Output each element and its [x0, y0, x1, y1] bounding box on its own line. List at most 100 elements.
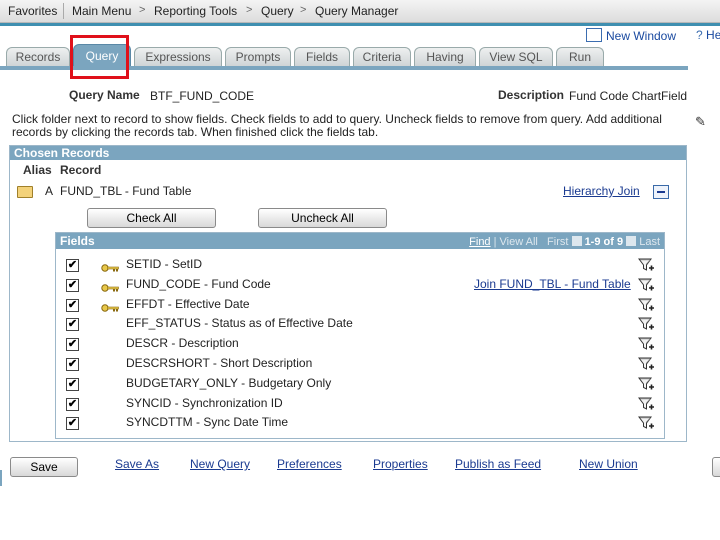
key-icon	[101, 301, 119, 312]
field-checkbox[interactable]: ✔	[66, 259, 79, 272]
remove-record-icon[interactable]	[653, 185, 669, 199]
tab-having[interactable]: Having	[414, 47, 476, 66]
record-name: FUND_TBL - Fund Table	[60, 184, 192, 198]
top-navigation-bar: Favorites Main Menu > Reporting Tools > …	[0, 0, 720, 23]
field-checkbox[interactable]: ✔	[66, 298, 79, 312]
description-label: Description	[498, 88, 565, 102]
field-checkbox[interactable]: ✔	[66, 377, 79, 391]
add-criteria-icon[interactable]	[638, 297, 654, 313]
add-criteria-icon[interactable]	[638, 376, 654, 392]
help-link[interactable]: ? He	[696, 28, 720, 42]
field-name: SYNCID - Synchronization ID	[126, 395, 283, 410]
new-query-link[interactable]: New Query	[190, 457, 250, 471]
grid-navigation: Find | View All First 1-9 of 9 Last	[469, 236, 660, 248]
field-checkbox[interactable]: ✔	[66, 338, 79, 352]
nav-divider	[63, 3, 64, 19]
next-arrow-icon[interactable]	[626, 236, 637, 246]
tab-expressions[interactable]: Expressions	[134, 47, 222, 66]
key-icon	[101, 261, 119, 272]
field-name: SYNCDTTM - Sync Date Time	[126, 415, 289, 430]
prev-arrow-icon[interactable]	[571, 236, 582, 246]
field-checkbox[interactable]: ✔	[66, 397, 79, 411]
add-criteria-icon[interactable]	[638, 356, 654, 372]
field-name: EFFDT - Effective Date	[126, 296, 250, 311]
properties-link[interactable]: Properties	[373, 457, 428, 471]
instructions-text: Click folder next to record to show fiel…	[12, 112, 662, 139]
fields-title: Fields	[60, 234, 95, 248]
header-accent-line	[0, 23, 720, 26]
nav-favorites[interactable]: Favorites	[8, 4, 57, 18]
new-window-label: New Window	[606, 29, 677, 43]
last-label[interactable]: Last	[639, 236, 660, 248]
help-label: He	[706, 28, 720, 42]
folder-open-icon[interactable]	[17, 186, 33, 198]
query-name-value: BTF_FUND_CODE	[150, 89, 255, 103]
tab-view-sql[interactable]: View SQL	[479, 47, 553, 66]
table-row: ✔ EFF_STATUS - Status as of Effective Dat…	[56, 314, 664, 334]
row-range: 1-9 of 9	[584, 236, 624, 248]
field-checkbox[interactable]: ✔	[66, 318, 79, 332]
field-checkbox[interactable]: ✔	[66, 358, 79, 371]
chevron-right-icon: >	[300, 4, 307, 16]
hierarchy-join-link[interactable]: Hierarchy Join	[563, 184, 640, 198]
first-label[interactable]: First	[547, 236, 568, 248]
toolbar-edge-button[interactable]	[712, 457, 720, 477]
tab-fields[interactable]: Fields	[294, 47, 350, 66]
save-as-link[interactable]: Save As	[115, 457, 159, 471]
add-criteria-icon[interactable]	[638, 336, 654, 352]
chosen-records-title: Chosen Records	[10, 146, 686, 160]
new-window-icon	[586, 28, 602, 42]
table-row: ✔ SETID - SetID	[56, 255, 664, 275]
table-row: ✔ BUDGETARY_ONLY - Budgetary Only	[56, 374, 664, 394]
add-criteria-icon[interactable]	[638, 316, 654, 332]
fields-grid-header: Fields Find | View All First 1-9 of 9 La…	[56, 233, 664, 249]
chevron-right-icon: >	[246, 4, 253, 16]
uncheck-all-button[interactable]: Uncheck All	[258, 208, 387, 228]
field-name: DESCRSHORT - Short Description	[126, 356, 313, 370]
table-row: ✔ FUND_CODE - Fund Code Join FUND_TBL - Fu…	[56, 275, 664, 295]
preferences-link[interactable]: Preferences	[277, 457, 342, 471]
save-button[interactable]: Save	[10, 457, 78, 477]
field-name: DESCR - Description	[126, 336, 239, 351]
field-checkbox[interactable]: ✔	[66, 417, 79, 431]
record-column-header: Record	[60, 163, 102, 177]
fields-grid: Fields Find | View All First 1-9 of 9 La…	[55, 232, 665, 439]
alias-column-header: Alias	[23, 163, 52, 177]
field-name: EFF_STATUS - Status as of Effective Date	[126, 316, 353, 331]
record-alias: A	[45, 184, 54, 198]
description-value: Fund Code ChartField	[569, 89, 688, 103]
spell-check-icon[interactable]: ✎	[695, 114, 706, 130]
add-criteria-icon[interactable]	[638, 396, 654, 412]
nav-main-menu[interactable]: Main Menu	[72, 4, 131, 18]
nav-query[interactable]: Query	[261, 4, 294, 18]
field-name: FUND_CODE - Fund Code	[126, 276, 271, 291]
add-criteria-icon[interactable]	[638, 277, 654, 293]
add-criteria-icon[interactable]	[638, 257, 654, 273]
table-row: ✔ EFFDT - Effective Date	[56, 295, 664, 315]
new-window-link[interactable]: New Window	[586, 28, 676, 43]
check-all-button[interactable]: Check All	[87, 208, 216, 228]
view-all-link[interactable]: View All	[500, 236, 538, 248]
tab-criteria[interactable]: Criteria	[353, 47, 411, 66]
tab-records[interactable]: Records	[6, 47, 70, 66]
table-row: ✔ SYNCDTTM - Sync Date Time	[56, 413, 664, 433]
tab-prompts[interactable]: Prompts	[225, 47, 291, 66]
query-name-label: Query Name	[69, 88, 140, 102]
field-name: BUDGETARY_ONLY - Budgetary Only	[126, 375, 332, 390]
table-row: ✔ DESCR - Description	[56, 334, 664, 354]
tab-run[interactable]: Run	[556, 47, 604, 66]
nav-query-manager[interactable]: Query Manager	[315, 4, 398, 18]
publish-as-feed-link[interactable]: Publish as Feed	[455, 457, 541, 471]
find-link[interactable]: Find	[469, 236, 490, 248]
help-icon: ?	[696, 28, 703, 42]
nav-reporting-tools[interactable]: Reporting Tools	[154, 4, 237, 18]
field-name: SETID - SetID	[126, 257, 203, 271]
left-border-accent	[0, 470, 2, 486]
table-row: ✔ SYNCID - Synchronization ID	[56, 394, 664, 414]
add-criteria-icon[interactable]	[638, 415, 654, 431]
chevron-right-icon: >	[139, 4, 146, 16]
new-union-link[interactable]: New Union	[579, 457, 638, 471]
join-record-link[interactable]: Join FUND_TBL - Fund Table	[474, 277, 631, 291]
field-checkbox[interactable]: ✔	[66, 278, 79, 292]
key-icon	[101, 281, 119, 292]
